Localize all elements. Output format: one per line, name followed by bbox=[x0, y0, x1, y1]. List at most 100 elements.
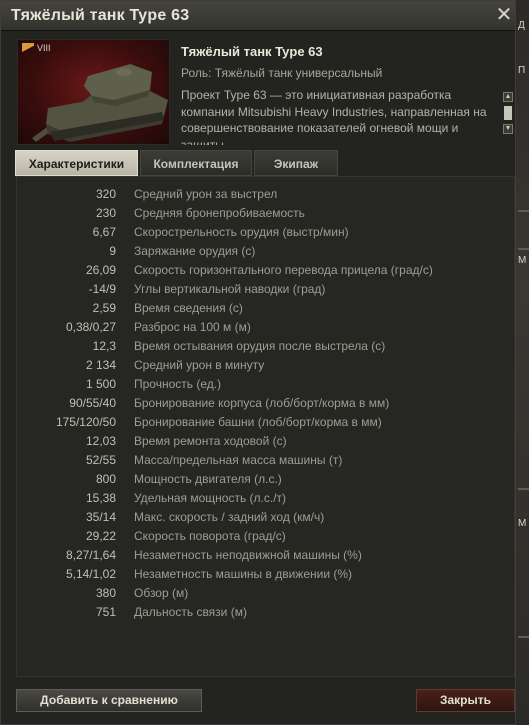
stat-value: 29,22 bbox=[85, 529, 116, 543]
stat-value: 230 bbox=[95, 206, 116, 220]
stat-row: 320 Средний урон за выстрел bbox=[17, 185, 507, 204]
stat-row: 90/55/40 Бронирование корпуса (лоб/борт/к… bbox=[17, 394, 507, 413]
stat-row: 52/55 Масса/предельная масса машины (т) bbox=[17, 451, 507, 470]
stat-row: 5,14/1,02 Незаметность машины в движении … bbox=[17, 565, 507, 584]
stat-name: Время остывания орудия после выстрела (с… bbox=[134, 339, 386, 353]
stat-row: 8,27/1,64 Незаметность неподвижной машины… bbox=[17, 546, 507, 565]
stat-value: 2 134 bbox=[85, 358, 116, 372]
vehicle-header: VIII Тяжёлый танк Type 63 Роль: Тяжёлый … bbox=[15, 39, 515, 145]
stat-name: Разброс на 100 м (м) bbox=[134, 320, 251, 334]
stat-name: Прочность (ед.) bbox=[134, 377, 222, 391]
stat-value: 9 bbox=[109, 244, 116, 258]
stat-name: Мощность двигателя (л.с.) bbox=[134, 472, 282, 486]
background-line bbox=[518, 248, 529, 250]
tier-badge: VIII bbox=[22, 43, 51, 53]
stat-row: 175/120/50 Бронирование башни (лоб/борт/к… bbox=[17, 413, 507, 432]
background-label: М bbox=[518, 518, 527, 529]
tank-image: VIII bbox=[17, 39, 170, 145]
tab-crew[interactable]: Экипаж bbox=[254, 150, 338, 176]
stat-value: 2,59 bbox=[92, 301, 116, 315]
tab-equipment[interactable]: Комплектация bbox=[140, 150, 252, 176]
stat-name: Углы вертикальной наводки (град) bbox=[134, 282, 326, 296]
stat-row: 26,09 Скорость горизонтального перевода п… bbox=[17, 261, 507, 280]
stat-row: 380 Обзор (м) bbox=[17, 584, 507, 603]
stat-row: 800 Мощность двигателя (л.с.) bbox=[17, 470, 507, 489]
scroll-down-arrow-icon[interactable]: ▼ bbox=[503, 124, 513, 134]
stat-value: 1 500 bbox=[85, 377, 116, 391]
stat-row: 15,38 Удельная мощность (л.с./т) bbox=[17, 489, 507, 508]
background-line bbox=[518, 488, 529, 490]
window-title: Тяжёлый танк Type 63 bbox=[11, 7, 190, 24]
stat-row: 230 Средняя бронепробиваемость bbox=[17, 204, 507, 223]
stat-value: 52/55 bbox=[85, 453, 116, 467]
heavy-tank-class-icon bbox=[22, 43, 34, 52]
background-line bbox=[518, 210, 529, 212]
background-label: Д bbox=[518, 20, 525, 31]
description-scrollbar[interactable]: ▲ ▼ bbox=[503, 92, 515, 146]
stat-row: -14/9 Углы вертикальной наводки (град) bbox=[17, 280, 507, 299]
background-label: М bbox=[518, 255, 527, 266]
characteristics-panel: 320 Средний урон за выстрел 230 Средняя бро… bbox=[16, 176, 515, 677]
tab-characteristics[interactable]: Характеристики bbox=[15, 150, 138, 176]
stat-row: 2,59 Время сведения (с) bbox=[17, 299, 507, 318]
stat-row: 29,22 Скорость поворота (град/с) bbox=[17, 527, 507, 546]
stat-value: -14/9 bbox=[88, 282, 116, 296]
add-to-compare-button[interactable]: Добавить к сравнению bbox=[16, 689, 202, 712]
stat-value: 26,09 bbox=[85, 263, 116, 277]
stat-name: Скорость поворота (град/с) bbox=[134, 529, 286, 543]
stat-value: 90/55/40 bbox=[69, 396, 116, 410]
close-button[interactable]: Закрыть bbox=[416, 689, 515, 712]
stat-value: 12,3 bbox=[92, 339, 116, 353]
stat-name: Незаметность машины в движении (%) bbox=[134, 567, 353, 581]
stat-name: Скорость горизонтального перевода прицел… bbox=[134, 263, 433, 277]
stat-row: 2 134 Средний урон в минуту bbox=[17, 356, 507, 375]
stat-name: Бронирование башни (лоб/борт/корма в мм) bbox=[134, 415, 382, 429]
scroll-thumb[interactable] bbox=[504, 106, 512, 120]
stat-value: 5,14/1,02 bbox=[65, 567, 116, 581]
stat-name: Средний урон за выстрел bbox=[134, 187, 278, 201]
stat-value: 35/14 bbox=[85, 510, 116, 524]
stat-row: 12,03 Время ремонта ходовой (с) bbox=[17, 432, 507, 451]
tank-role: Роль: Тяжёлый танк универсальный bbox=[181, 66, 383, 80]
stat-name: Масса/предельная масса машины (т) bbox=[134, 453, 343, 467]
stat-row: 0,38/0,27 Разброс на 100 м (м) bbox=[17, 318, 507, 337]
stat-row: 1 500 Прочность (ед.) bbox=[17, 375, 507, 394]
tank-icon bbox=[32, 64, 168, 142]
stat-name: Дальность связи (м) bbox=[134, 605, 247, 619]
stat-name: Средняя бронепробиваемость bbox=[134, 206, 305, 220]
stat-name: Обзор (м) bbox=[134, 586, 189, 600]
stat-row: 751 Дальность связи (м) bbox=[17, 603, 507, 622]
stat-name: Незаметность неподвижной машины (%) bbox=[134, 548, 362, 562]
stat-value: 751 bbox=[95, 605, 116, 619]
tier-label: VIII bbox=[37, 43, 51, 53]
stat-name: Средний урон в минуту bbox=[134, 358, 265, 372]
stat-value: 8,27/1,64 bbox=[65, 548, 116, 562]
stat-row: 9 Заряжание орудия (с) bbox=[17, 242, 507, 261]
stat-value: 175/120/50 bbox=[55, 415, 116, 429]
tank-name: Тяжёлый танк Type 63 bbox=[181, 44, 323, 59]
stat-name: Время ремонта ходовой (с) bbox=[134, 434, 287, 448]
footer: Добавить к сравнению Закрыть bbox=[1, 681, 515, 725]
stat-name: Макс. скорость / задний ход (км/ч) bbox=[134, 510, 325, 524]
stat-row: 35/14 Макс. скорость / задний ход (км/ч) bbox=[17, 508, 507, 527]
stat-name: Удельная мощность (л.с./т) bbox=[134, 491, 287, 505]
close-icon[interactable]: ✕ bbox=[495, 5, 513, 25]
title-bar[interactable]: Тяжёлый танк Type 63 ✕ bbox=[1, 1, 515, 31]
stat-value: 320 bbox=[95, 187, 116, 201]
scroll-up-arrow-icon[interactable]: ▲ bbox=[503, 92, 513, 102]
stat-name: Бронирование корпуса (лоб/борт/корма в м… bbox=[134, 396, 390, 410]
background-line bbox=[518, 636, 529, 638]
stat-name: Заряжание орудия (с) bbox=[134, 244, 256, 258]
vehicle-info-window: Тяжёлый танк Type 63 ✕ VIII Тяжёлый танк… bbox=[0, 0, 516, 725]
stat-value: 380 bbox=[95, 586, 116, 600]
stat-value: 12,03 bbox=[85, 434, 116, 448]
background-client-strip bbox=[516, 0, 529, 725]
tank-description: Проект Type 63 — это инициативная разраб… bbox=[181, 88, 487, 145]
stat-value: 0,38/0,27 bbox=[65, 320, 116, 334]
stat-name: Время сведения (с) bbox=[134, 301, 243, 315]
stat-value: 15,38 bbox=[85, 491, 116, 505]
stat-value: 800 bbox=[95, 472, 116, 486]
stat-row: 12,3 Время остывания орудия после выстрел… bbox=[17, 337, 507, 356]
stat-row: 6,67 Скорострельность орудия (выстр/мин) bbox=[17, 223, 507, 242]
stat-name: Скорострельность орудия (выстр/мин) bbox=[134, 225, 349, 239]
